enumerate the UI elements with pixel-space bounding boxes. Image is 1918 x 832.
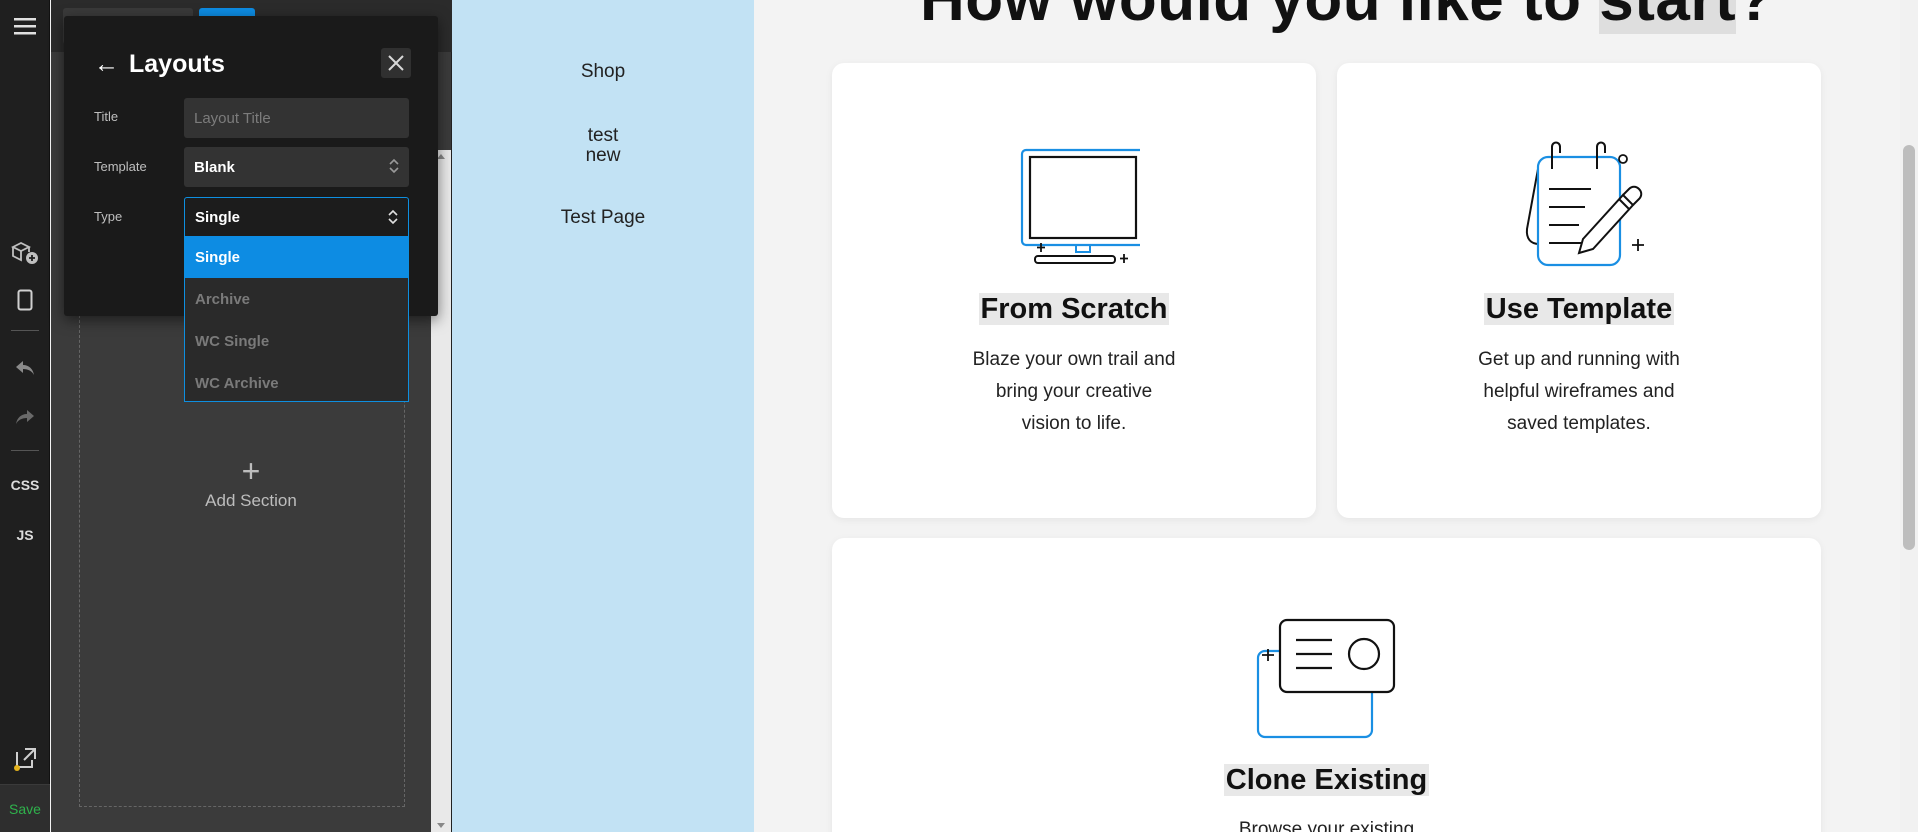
scrollbar-thumb[interactable] — [1903, 145, 1915, 550]
menu-icon[interactable] — [0, 12, 50, 40]
scroll-down-icon[interactable] — [437, 823, 445, 828]
clone-card-icon — [1256, 618, 1396, 739]
nav-item-shop[interactable]: Shop — [452, 62, 754, 82]
redo-icon[interactable] — [0, 404, 50, 430]
add-section-label: Add Section — [205, 491, 297, 510]
type-dropdown-list: Single Archive WC Single WC Archive — [184, 236, 409, 402]
add-section-button[interactable]: + Add Section — [186, 455, 316, 511]
monitor-icon — [1020, 148, 1140, 264]
template-select-value: Blank — [194, 158, 235, 176]
external-link-icon[interactable] — [0, 744, 50, 774]
close-button[interactable] — [381, 48, 411, 78]
dropdown-option-single[interactable]: Single — [185, 236, 408, 278]
heading-highlight: start — [1599, 0, 1737, 34]
modal-header: ← Layouts — [94, 50, 225, 79]
left-toolbar: CSS JS Save — [0, 0, 50, 832]
heading-end: ? — [1736, 0, 1774, 34]
dropdown-option-wc-single[interactable]: WC Single — [185, 320, 408, 362]
notepad-pen-icon — [1525, 141, 1644, 267]
select-arrows-icon — [389, 158, 399, 174]
select-arrows-icon — [388, 209, 398, 225]
modal-title: Layouts — [129, 50, 225, 78]
dropdown-option-wc-archive[interactable]: WC Archive — [185, 362, 408, 404]
mobile-preview-icon[interactable] — [0, 286, 50, 314]
scroll-up-icon[interactable] — [437, 154, 445, 159]
layout-title-input[interactable]: Layout Title — [184, 98, 409, 138]
css-button[interactable]: CSS — [0, 474, 50, 496]
card-description: Get up and running with helpful wirefram… — [1478, 349, 1680, 434]
template-label: Template — [94, 159, 147, 174]
page-canvas: How would you like to start? From Scratc… — [754, 0, 1900, 832]
heading-text: How would you like to — [920, 0, 1599, 34]
clone-existing-card[interactable]: Clone Existing Browse your existing — [832, 538, 1821, 832]
card-title: Use Template — [1483, 293, 1675, 325]
toolbar-divider — [11, 330, 39, 331]
back-arrow-icon[interactable]: ← — [94, 50, 119, 79]
toolbar-divider — [11, 450, 39, 451]
type-select-value: Single — [195, 208, 241, 226]
title-label: Title — [94, 109, 119, 124]
use-template-card[interactable]: Use Template Get up and running with hel… — [1337, 63, 1821, 518]
undo-icon[interactable] — [0, 355, 50, 381]
card-description: Browse your existing — [1238, 819, 1415, 832]
save-button[interactable]: Save — [0, 784, 50, 832]
js-button[interactable]: JS — [0, 524, 50, 546]
canvas-scrollbar[interactable] — [1900, 0, 1918, 832]
template-select[interactable]: Blank — [184, 147, 409, 187]
close-icon — [388, 55, 404, 71]
card-title: From Scratch — [978, 293, 1170, 325]
nav-menu: Shop test new Test Page — [452, 0, 754, 832]
type-select[interactable]: Single — [184, 197, 409, 237]
dropdown-option-archive[interactable]: Archive — [185, 278, 408, 320]
nav-item-test-page[interactable]: Test Page — [452, 208, 754, 228]
card-title: Clone Existing — [1223, 764, 1430, 796]
add-module-icon[interactable] — [0, 238, 50, 268]
page-heading: How would you like to start? — [920, 0, 1775, 35]
plus-icon: + — [241, 453, 261, 489]
from-scratch-card[interactable]: From Scratch Blaze your own trail and br… — [832, 63, 1316, 518]
card-description: Blaze your own trail and bring your crea… — [972, 349, 1176, 434]
nav-item-test-new[interactable]: test new — [452, 126, 754, 166]
type-label: Type — [94, 209, 123, 224]
